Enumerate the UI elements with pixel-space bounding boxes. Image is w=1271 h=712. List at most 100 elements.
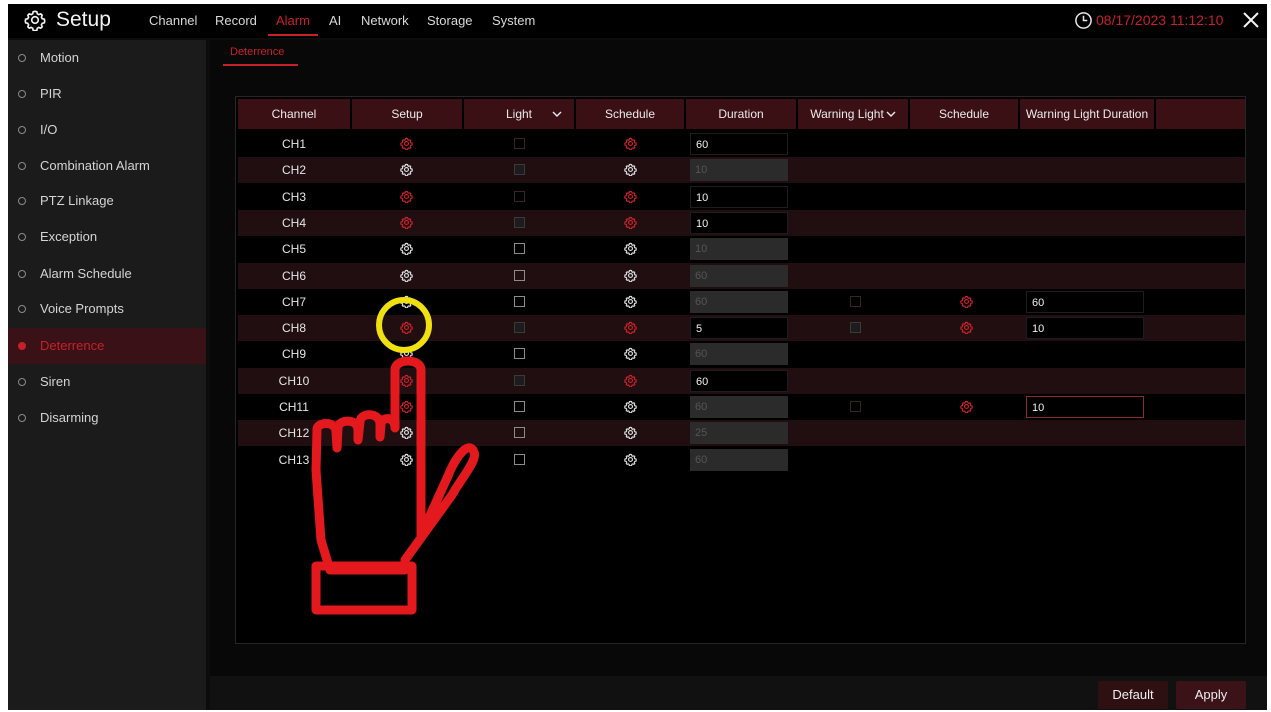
schedule-gear-icon[interactable] [624,400,637,414]
sidebar-item-pir[interactable]: PIR [8,76,206,112]
chevron-down-icon[interactable] [886,110,896,118]
light-checkbox[interactable] [514,453,525,465]
channel-label: CH1 [281,137,306,151]
duration-input[interactable]: 5 [690,317,788,340]
light-checkbox[interactable] [514,269,525,281]
light-checkbox[interactable] [514,216,525,228]
channel-label: CH7 [281,294,306,309]
setup-gear-icon[interactable] [400,321,413,335]
warning-light-checkbox[interactable] [850,322,861,334]
setup-gear-icon[interactable] [400,295,413,309]
light-checkbox[interactable] [514,348,525,360]
schedule-gear-icon[interactable] [624,137,637,151]
schedule-gear-icon[interactable] [624,321,637,335]
bullet-icon [18,270,26,278]
duration-input[interactable]: 10 [690,211,788,234]
channel-label: CH3 [281,189,306,204]
apply-button[interactable]: Apply [1176,681,1246,709]
header-schedule-2: Schedule [910,99,1018,129]
sidebar-item-combination-alarm[interactable]: Combination Alarm [8,148,206,184]
header-warning-light[interactable]: Warning Light [798,99,908,129]
light-checkbox[interactable] [514,401,525,412]
subtab-deterrence[interactable]: Deterrence [230,46,284,58]
sidebar-item-label: PTZ Linkage [40,193,114,208]
tab-channel[interactable]: Channel [149,13,197,28]
bullet-icon [18,54,26,62]
header-light[interactable]: Light [464,99,574,129]
duration-input[interactable]: 60 [690,369,788,392]
schedule-gear-icon[interactable] [624,453,637,467]
default-button[interactable]: Default [1098,681,1168,709]
tab-alarm[interactable]: Alarm [276,13,310,28]
sidebar-item-motion[interactable]: Motion [8,40,206,76]
light-checkbox[interactable] [514,138,525,149]
warning-schedule-gear-icon[interactable] [960,400,973,414]
warning-light-duration-input[interactable]: 10 [1026,396,1144,418]
sidebar-item-voice-prompts[interactable]: Voice Prompts [8,291,206,327]
sidebar-item-siren[interactable]: Siren [8,364,206,400]
warning-light-checkbox[interactable] [850,295,861,307]
schedule-gear-icon[interactable] [624,242,637,256]
header-schedule: Schedule [576,99,684,129]
setup-gear-icon[interactable] [400,137,413,151]
schedule-gear-icon[interactable] [624,426,637,440]
system-datetime: 08/17/2023 11:12:10 [1096,12,1224,28]
schedule-gear-icon[interactable] [624,190,637,204]
setup-gear-icon[interactable] [400,190,413,204]
setup-gear-icon[interactable] [400,242,413,256]
header-warning-light-duration: Warning Light Duration [1020,99,1154,129]
light-checkbox[interactable] [514,164,525,176]
warning-schedule-gear-icon[interactable] [960,295,973,309]
schedule-gear-icon[interactable] [624,295,637,309]
channel-label: CH11 [279,400,309,414]
duration-input[interactable]: 60 [690,133,788,155]
bullet-icon [18,197,26,205]
sidebar-item-label: Alarm Schedule [40,266,132,281]
close-icon[interactable] [1242,11,1260,29]
warning-schedule-gear-icon[interactable] [960,321,973,335]
setup-gear-icon[interactable] [400,374,413,388]
tab-storage[interactable]: Storage [427,13,473,28]
setup-gear-icon[interactable] [400,453,413,467]
chevron-down-icon[interactable] [552,110,562,118]
light-checkbox[interactable] [514,295,525,307]
table-row: CH7 60 60 [238,288,1245,315]
tab-network[interactable]: Network [361,13,409,28]
tab-record[interactable]: Record [215,13,257,28]
setup-gear-icon[interactable] [400,400,413,414]
schedule-gear-icon[interactable] [624,216,637,230]
warning-light-duration-input[interactable]: 60 [1026,290,1144,313]
table-row: CH1 60 [238,131,1245,157]
table-row: CH13 60 [238,446,1245,473]
setup-gear-icon[interactable] [400,216,413,230]
sidebar-item-i-o[interactable]: I/O [8,112,206,148]
duration-input[interactable]: 10 [690,185,788,208]
setup-gear-icon[interactable] [400,347,413,361]
warning-light-duration-input[interactable]: 10 [1026,317,1144,340]
setup-gear-icon[interactable] [400,163,413,177]
duration-input: 25 [690,422,788,445]
clock-icon [1075,12,1092,29]
light-checkbox[interactable] [514,190,525,202]
sidebar-item-exception[interactable]: Exception [8,219,206,255]
header-light-label: Light [505,107,533,121]
schedule-gear-icon[interactable] [624,374,637,388]
sidebar-item-disarming[interactable]: Disarming [8,400,206,436]
light-checkbox[interactable] [514,427,525,439]
warning-light-checkbox[interactable] [850,401,861,412]
sidebar-item-ptz-linkage[interactable]: PTZ Linkage [8,183,206,219]
light-checkbox[interactable] [514,243,525,255]
light-checkbox[interactable] [514,374,525,386]
sidebar-item-alarm-schedule[interactable]: Alarm Schedule [8,256,206,292]
tab-system[interactable]: System [492,13,535,28]
sidebar-item-deterrence[interactable]: Deterrence [8,328,206,364]
schedule-gear-icon[interactable] [624,269,637,282]
sidebar-item-label: PIR [40,86,62,101]
setup-gear-icon[interactable] [400,269,413,282]
light-checkbox[interactable] [514,322,525,334]
schedule-gear-icon[interactable] [624,347,637,361]
schedule-gear-icon[interactable] [624,163,637,177]
tab-ai[interactable]: AI [329,13,341,28]
gear-icon [24,10,46,31]
setup-gear-icon[interactable] [400,426,413,440]
